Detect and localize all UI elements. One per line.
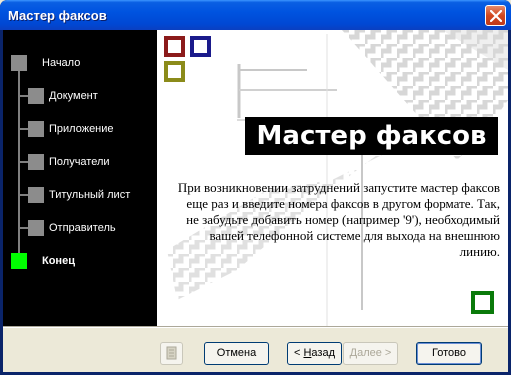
step-cover-page: Титульный лист <box>49 189 131 201</box>
fax-wizard-window: Мастер факсов Начало Документ Приложение… <box>0 0 511 375</box>
wizard-heading: Мастер факсов <box>245 117 498 155</box>
step-sender: Отправитель <box>49 222 116 234</box>
step-marker <box>28 220 44 236</box>
finish-button[interactable]: Готово <box>416 342 482 365</box>
steps-panel: Начало Документ Приложение Получатели Ти… <box>3 30 157 326</box>
back-button-rest: азад <box>311 347 335 359</box>
button-separator <box>3 326 508 328</box>
wizard-message: При возникновении затруднений запустите … <box>177 180 500 259</box>
step-marker <box>28 121 44 137</box>
decorative-squares <box>164 36 211 82</box>
close-icon <box>490 10 502 22</box>
green-square-icon <box>471 291 494 314</box>
step-finish: Конец <box>42 255 75 267</box>
wizard-illustration: Мастер факсов При возникновении затрудне… <box>157 30 508 326</box>
window-title: Мастер факсов <box>8 8 107 23</box>
close-button[interactable] <box>485 5 506 26</box>
current-step-marker <box>11 253 27 269</box>
help-button[interactable] <box>160 342 183 365</box>
step-marker <box>28 88 44 104</box>
title-bar[interactable]: Мастер факсов <box>0 0 511 30</box>
wizard-client-area: Начало Документ Приложение Получатели Ти… <box>3 30 508 372</box>
next-button[interactable]: Далее > <box>343 342 398 365</box>
step-marker <box>28 187 44 203</box>
step-document: Документ <box>49 90 98 102</box>
cancel-button[interactable]: Отмена <box>204 342 269 365</box>
back-button[interactable]: < Назад <box>287 342 342 365</box>
step-attachment: Приложение <box>49 123 114 135</box>
help-book-icon <box>166 346 177 360</box>
step-marker <box>11 55 27 71</box>
step-recipients: Получатели <box>49 156 110 168</box>
steps-connector <box>18 63 36 261</box>
step-start: Начало <box>42 57 81 69</box>
step-marker <box>28 154 44 170</box>
